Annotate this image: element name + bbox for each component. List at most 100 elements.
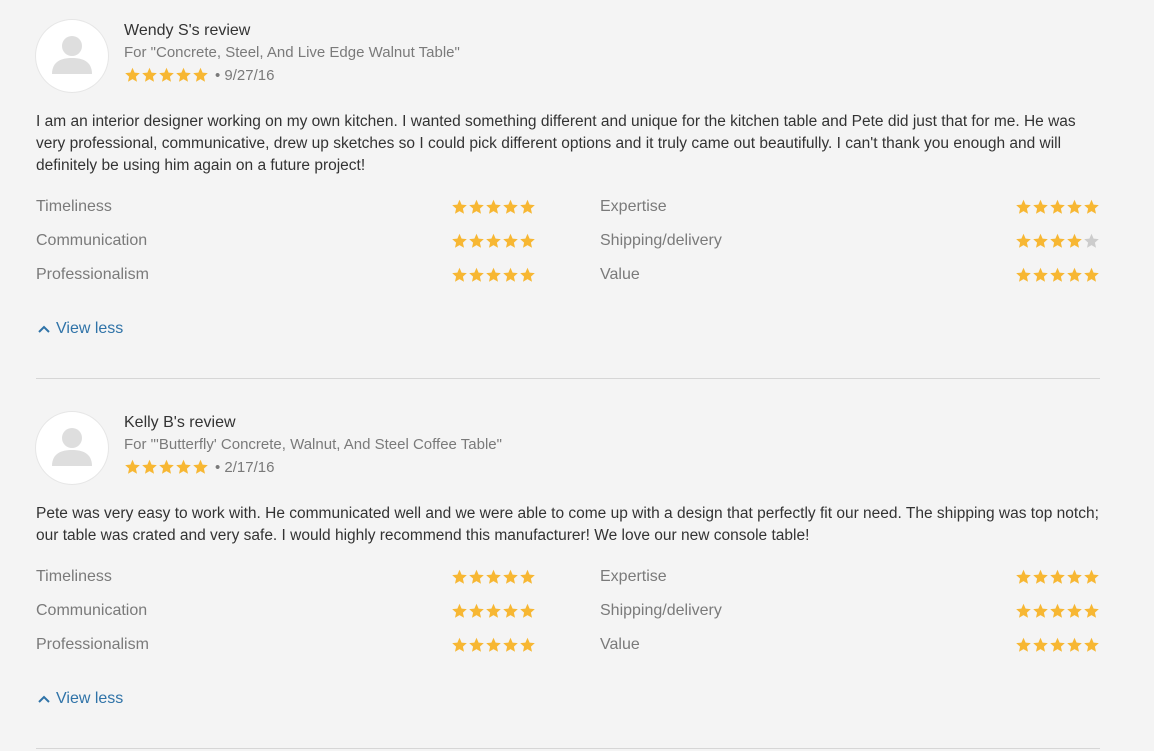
star-filled-icon — [1032, 199, 1049, 215]
divider — [36, 378, 1100, 379]
star-filled-icon — [1066, 233, 1083, 249]
rating-row: Expertise — [600, 195, 1100, 219]
star-filled-icon — [1083, 603, 1100, 619]
rating-row: Value — [600, 633, 1100, 657]
star-filled-icon — [1049, 637, 1066, 653]
star-filled-icon — [1066, 603, 1083, 619]
star-filled-icon — [502, 267, 519, 283]
rating-row: Shipping/delivery — [600, 599, 1100, 623]
rating-row: Communication — [36, 229, 536, 253]
rating-row: Professionalism — [36, 633, 536, 657]
star-filled-icon — [1083, 637, 1100, 653]
reviewer-name: Kelly B's review — [124, 414, 236, 431]
star-filled-icon — [451, 603, 468, 619]
star-filled-icon — [141, 67, 158, 83]
star-filled-icon — [175, 67, 192, 83]
star-filled-icon — [468, 233, 485, 249]
star-filled-icon — [519, 603, 536, 619]
star-filled-icon — [502, 637, 519, 653]
star-filled-icon — [468, 603, 485, 619]
rating-label: Value — [600, 636, 640, 653]
star-filled-icon — [502, 199, 519, 215]
star-filled-icon — [468, 637, 485, 653]
star-filled-icon — [1066, 569, 1083, 585]
review-card: Kelly B's review For "'Butterfly' Concre… — [36, 412, 1100, 732]
chevron-up-icon — [38, 690, 50, 708]
star-filled-icon — [192, 459, 209, 475]
star-filled-icon — [1083, 199, 1100, 215]
star-filled-icon — [519, 233, 536, 249]
view-less-link[interactable]: View less — [38, 320, 123, 338]
rating-label: Timeliness — [36, 568, 112, 585]
rating-row: Professionalism — [36, 263, 536, 287]
star-empty-icon — [1083, 233, 1100, 249]
avatar — [36, 20, 108, 92]
rating-label: Professionalism — [36, 636, 149, 653]
star-filled-icon — [1015, 569, 1032, 585]
view-less-link[interactable]: View less — [38, 690, 123, 708]
star-filled-icon — [468, 267, 485, 283]
star-filled-icon — [192, 67, 209, 83]
star-filled-icon — [451, 199, 468, 215]
star-filled-icon — [451, 569, 468, 585]
rating-label: Shipping/delivery — [600, 232, 722, 249]
star-filled-icon — [1066, 637, 1083, 653]
view-less-label: View less — [56, 690, 124, 707]
rating-label: Timeliness — [36, 198, 112, 215]
rating-label: Expertise — [600, 568, 667, 585]
review-date: • 2/17/16 — [215, 458, 275, 476]
rating-stars — [451, 267, 536, 283]
star-filled-icon — [1049, 603, 1066, 619]
star-filled-icon — [1015, 199, 1032, 215]
rating-label: Communication — [36, 232, 148, 249]
star-filled-icon — [1032, 637, 1049, 653]
star-filled-icon — [124, 67, 141, 83]
star-filled-icon — [1083, 267, 1100, 283]
rating-row: Shipping/delivery — [600, 229, 1100, 253]
rating-stars — [451, 637, 536, 653]
overall-rating-stars — [124, 459, 209, 475]
rating-row: Timeliness — [36, 195, 536, 219]
star-filled-icon — [485, 233, 502, 249]
reviewed-product: For "Concrete, Steel, And Live Edge Waln… — [124, 44, 460, 61]
star-filled-icon — [1066, 199, 1083, 215]
review-meta: • 9/27/16 — [124, 65, 460, 85]
star-filled-icon — [1032, 569, 1049, 585]
star-filled-icon — [451, 637, 468, 653]
rating-stars — [1015, 233, 1100, 249]
star-filled-icon — [141, 459, 158, 475]
star-filled-icon — [158, 459, 175, 475]
chevron-up-icon — [38, 320, 50, 338]
rating-stars — [451, 199, 536, 215]
rating-stars — [451, 603, 536, 619]
star-filled-icon — [1015, 603, 1032, 619]
star-filled-icon — [1049, 233, 1066, 249]
star-filled-icon — [1032, 267, 1049, 283]
star-filled-icon — [468, 199, 485, 215]
user-placeholder-icon — [52, 36, 92, 74]
star-filled-icon — [158, 67, 175, 83]
rating-row: Expertise — [600, 565, 1100, 589]
reviewer-info: Kelly B's review For "'Butterfly' Concre… — [124, 412, 502, 477]
star-filled-icon — [502, 569, 519, 585]
rating-stars — [1015, 199, 1100, 215]
star-filled-icon — [1032, 603, 1049, 619]
star-filled-icon — [485, 603, 502, 619]
view-less-label: View less — [56, 320, 124, 337]
star-filled-icon — [451, 267, 468, 283]
star-filled-icon — [1049, 569, 1066, 585]
star-filled-icon — [502, 233, 519, 249]
rating-row: Timeliness — [36, 565, 536, 589]
avatar — [36, 412, 108, 484]
review-card: Wendy S's review For "Concrete, Steel, A… — [36, 20, 1100, 350]
star-filled-icon — [451, 233, 468, 249]
rating-label: Professionalism — [36, 266, 149, 283]
star-filled-icon — [519, 637, 536, 653]
review-text: Pete was very easy to work with. He comm… — [36, 505, 1099, 544]
rating-stars — [1015, 637, 1100, 653]
overall-rating-stars — [124, 67, 209, 83]
star-filled-icon — [485, 267, 502, 283]
rating-label: Expertise — [600, 198, 667, 215]
rating-row: Value — [600, 263, 1100, 287]
user-placeholder-icon — [52, 428, 92, 466]
